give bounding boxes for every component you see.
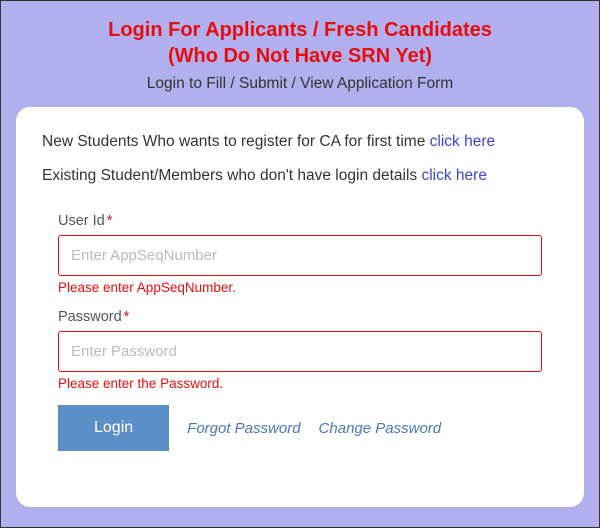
form-actions: Login Forgot Password Change Password bbox=[58, 405, 542, 451]
page-title: Login For Applicants / Fresh Candidates … bbox=[16, 17, 584, 69]
forgot-password-link[interactable]: Forgot Password bbox=[187, 420, 300, 437]
login-panel: Login For Applicants / Fresh Candidates … bbox=[0, 0, 600, 528]
user-id-error: Please enter AppSeqNumber. bbox=[58, 280, 542, 295]
page-subtitle: Login to Fill / Submit / View Applicatio… bbox=[16, 75, 584, 93]
password-label-text: Password bbox=[58, 309, 122, 325]
title-line-2: (Who Do Not Have SRN Yet) bbox=[168, 45, 432, 67]
login-button[interactable]: Login bbox=[58, 405, 169, 451]
existing-students-text: Existing Student/Members who don't have … bbox=[42, 167, 421, 184]
login-card: New Students Who wants to register for C… bbox=[16, 107, 584, 507]
new-students-text: New Students Who wants to register for C… bbox=[42, 133, 430, 150]
title-line-1: Login For Applicants / Fresh Candidates bbox=[108, 19, 492, 41]
existing-students-link[interactable]: click here bbox=[421, 167, 486, 184]
password-error: Please enter the Password. bbox=[58, 376, 542, 391]
required-star-icon: * bbox=[124, 309, 130, 325]
new-students-link[interactable]: click here bbox=[430, 133, 495, 150]
user-id-label: User Id* bbox=[58, 213, 542, 229]
new-students-info: New Students Who wants to register for C… bbox=[42, 133, 558, 151]
required-star-icon: * bbox=[107, 213, 113, 229]
login-form: User Id* Please enter AppSeqNumber. Pass… bbox=[42, 201, 558, 451]
user-id-label-text: User Id bbox=[58, 213, 105, 229]
existing-students-info: Existing Student/Members who don't have … bbox=[42, 167, 558, 185]
password-input[interactable] bbox=[58, 331, 542, 372]
password-label: Password* bbox=[58, 309, 542, 325]
user-id-input[interactable] bbox=[58, 235, 542, 276]
change-password-link[interactable]: Change Password bbox=[319, 420, 442, 437]
